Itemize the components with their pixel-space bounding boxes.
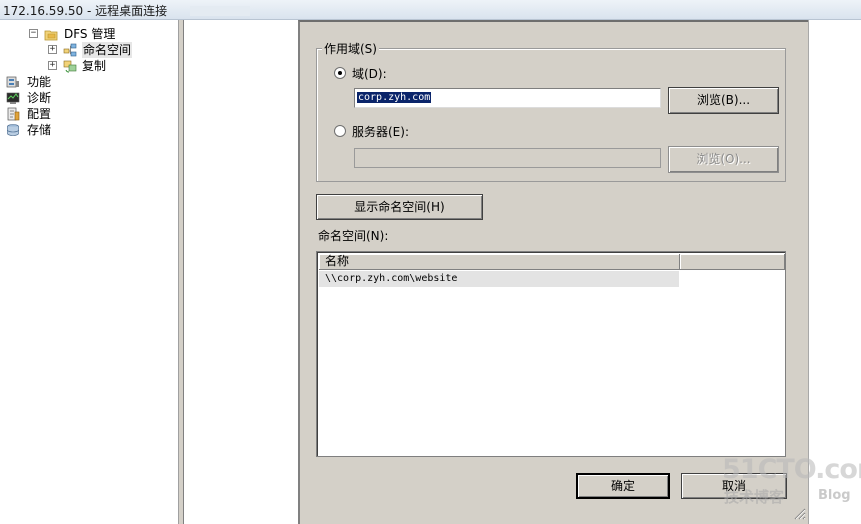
- features-icon: [6, 76, 19, 88]
- domain-radio-label[interactable]: 域(D):: [352, 65, 387, 82]
- expand-icon[interactable]: +: [48, 61, 57, 70]
- dfs-folder-icon: [44, 30, 58, 41]
- tree-node-features[interactable]: 功能: [0, 74, 178, 90]
- window-titlebar[interactable]: 172.16.59.50 - 远程桌面连接: [0, 0, 861, 20]
- tree-label: 诊断: [27, 91, 52, 105]
- expand-icon[interactable]: +: [48, 45, 57, 54]
- tree-node-dfs-management[interactable]: − DFS 管理: [0, 26, 178, 42]
- namespaces-label: 命名空间(N):: [318, 229, 389, 243]
- tree-node-storage[interactable]: 存储: [0, 122, 178, 138]
- column-header-name[interactable]: 名称: [319, 254, 680, 270]
- namespace-icon: [63, 43, 77, 57]
- watermark-sub: 技术博客: [724, 488, 785, 506]
- tree-node-configuration[interactable]: 配置: [0, 106, 178, 122]
- watermark-main: 51CTO.com: [722, 454, 861, 485]
- domain-input-value: corp.zyh.com: [357, 92, 432, 103]
- tree-label: 命名空间: [82, 42, 133, 58]
- storage-icon: [7, 124, 19, 136]
- tree-node-replication[interactable]: + 复制: [0, 58, 178, 74]
- browse-domain-button[interactable]: 浏览(B)...: [668, 87, 779, 114]
- server-input[interactable]: [354, 148, 661, 168]
- scope-group-title: 作用域(S): [322, 40, 379, 57]
- tree-label: 配置: [27, 107, 52, 121]
- results-pane: [184, 20, 298, 524]
- tree-label: 功能: [27, 75, 52, 89]
- right-pane: [808, 20, 861, 524]
- titlebar-blur: [190, 6, 250, 16]
- console-tree: − DFS 管理 + 命名空间 + 复制 功能 诊断 配置 存储: [0, 20, 178, 524]
- configuration-icon: [7, 107, 20, 121]
- diagnostics-icon: [6, 92, 20, 104]
- window-title: 172.16.59.50 - 远程桌面连接: [3, 4, 168, 18]
- replication-icon: [63, 60, 77, 73]
- namespaces-listview[interactable]: 名称 \\corp.zyh.com\website: [316, 251, 786, 457]
- tree-label: 复制: [82, 59, 107, 73]
- tree-node-diagnostics[interactable]: 诊断: [0, 90, 178, 106]
- domain-input[interactable]: corp.zyh.com: [354, 88, 661, 108]
- column-header-extra[interactable]: [680, 254, 785, 270]
- tree-label: 存储: [27, 123, 52, 137]
- list-item[interactable]: \\corp.zyh.com\website: [319, 271, 679, 287]
- collapse-icon[interactable]: −: [29, 29, 38, 38]
- watermark-tag: Blog: [818, 488, 851, 503]
- show-namespaces-button[interactable]: 显示命名空间(H): [316, 194, 483, 220]
- server-radio-label[interactable]: 服务器(E):: [352, 123, 409, 140]
- ok-button[interactable]: 确定: [576, 473, 670, 499]
- domain-radio[interactable]: [334, 67, 346, 79]
- watermark: 51CTO.com 技术博客 Blog: [722, 454, 861, 512]
- server-radio[interactable]: [334, 125, 346, 137]
- tree-label: DFS 管理: [64, 27, 116, 41]
- browse-server-button[interactable]: 浏览(O)...: [668, 146, 779, 173]
- tree-node-namespaces[interactable]: + 命名空间: [0, 42, 178, 58]
